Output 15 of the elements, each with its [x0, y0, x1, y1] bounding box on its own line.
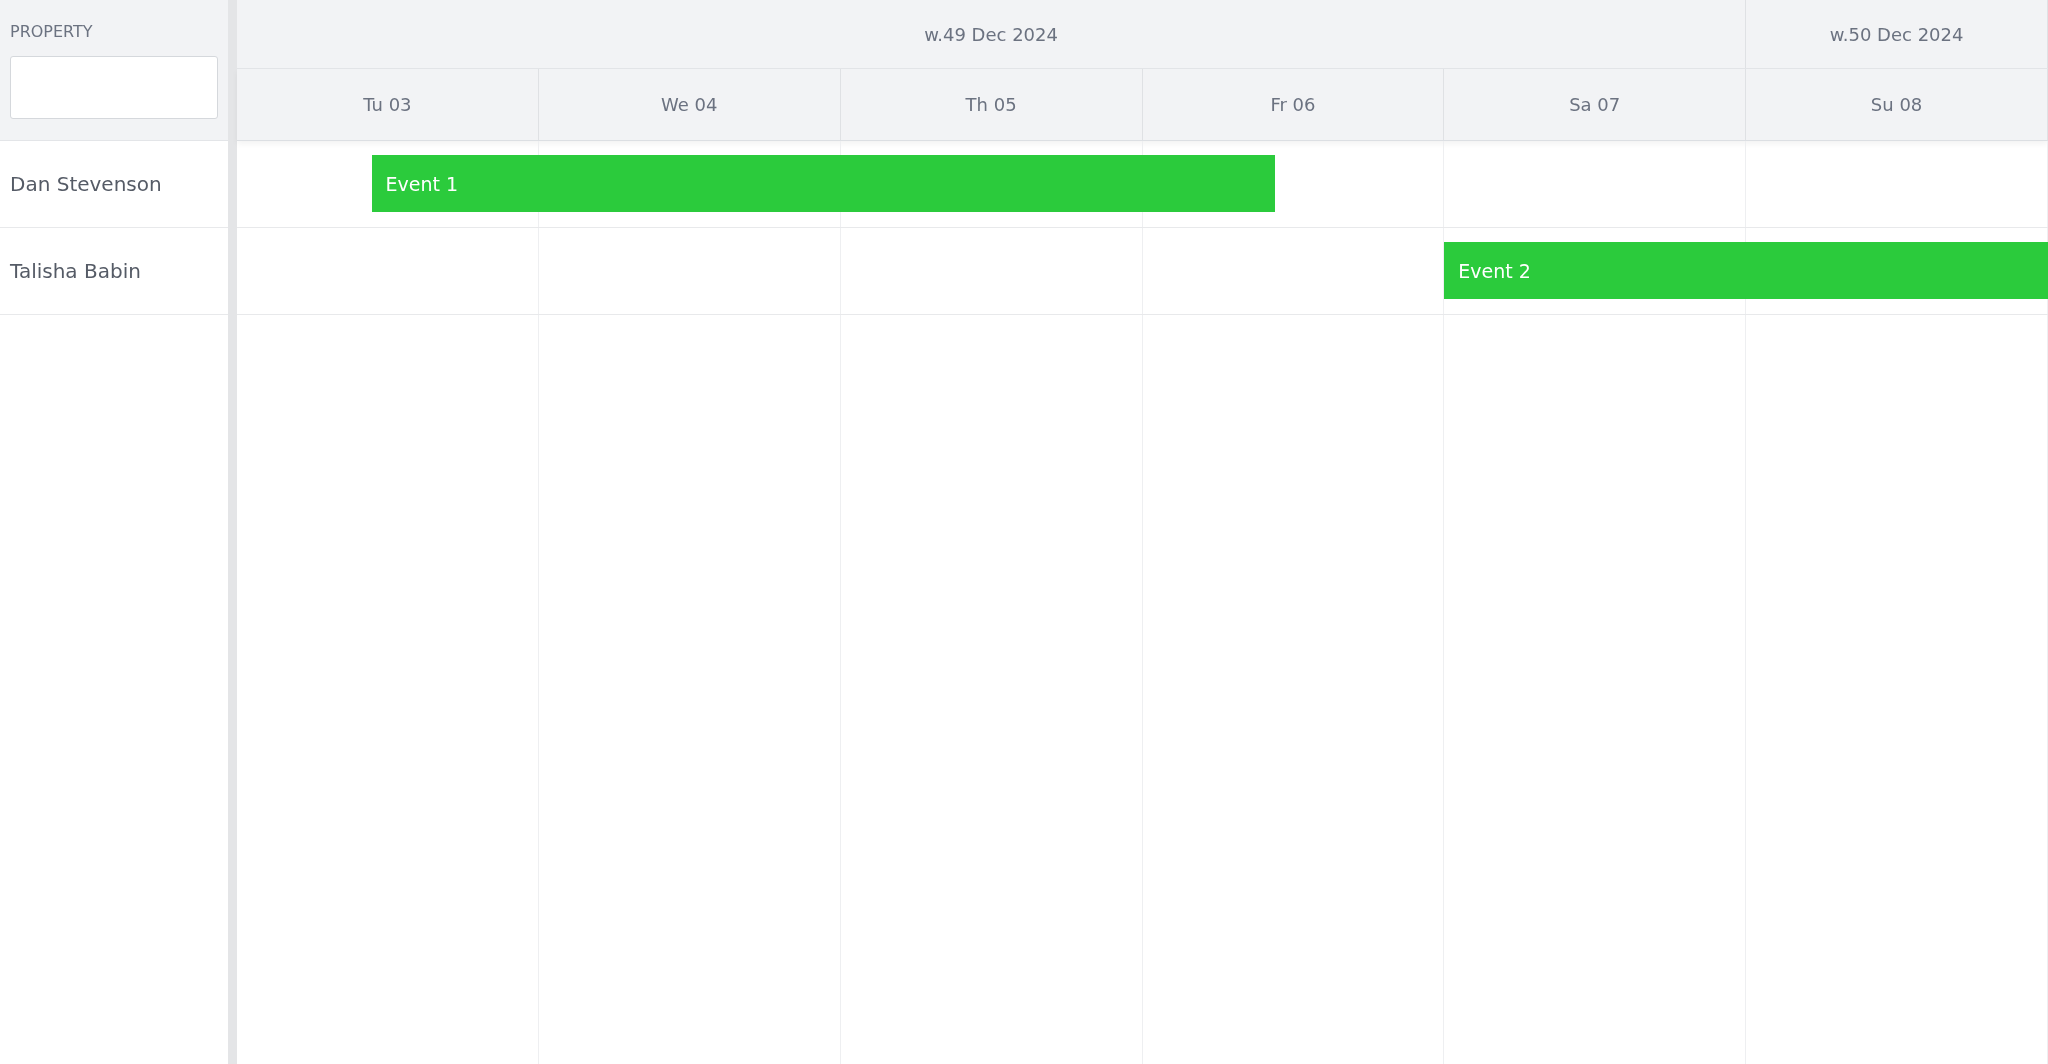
day-header: Fr 06 [1142, 69, 1445, 140]
resource-name: Dan Stevenson [10, 172, 162, 196]
column-header: PROPERTY [10, 22, 94, 42]
event-bar[interactable]: Event 1 [371, 155, 1276, 212]
day-header: Tu 03 [237, 69, 539, 140]
resource-name: Talisha Babin [10, 259, 141, 283]
day-header: Sa 07 [1444, 69, 1747, 140]
day-header: We 04 [538, 69, 841, 140]
event-bar[interactable]: Event 2 [1444, 242, 2048, 299]
splitter-handle[interactable] [228, 0, 237, 1064]
day-header: Su 08 [1746, 69, 2048, 140]
day-header: Th 05 [840, 69, 1143, 140]
week-header: w.50 Dec 2024 [1746, 0, 2048, 68]
week-header: w.49 Dec 2024 [237, 0, 1747, 68]
filter-input-field[interactable] [10, 56, 218, 119]
